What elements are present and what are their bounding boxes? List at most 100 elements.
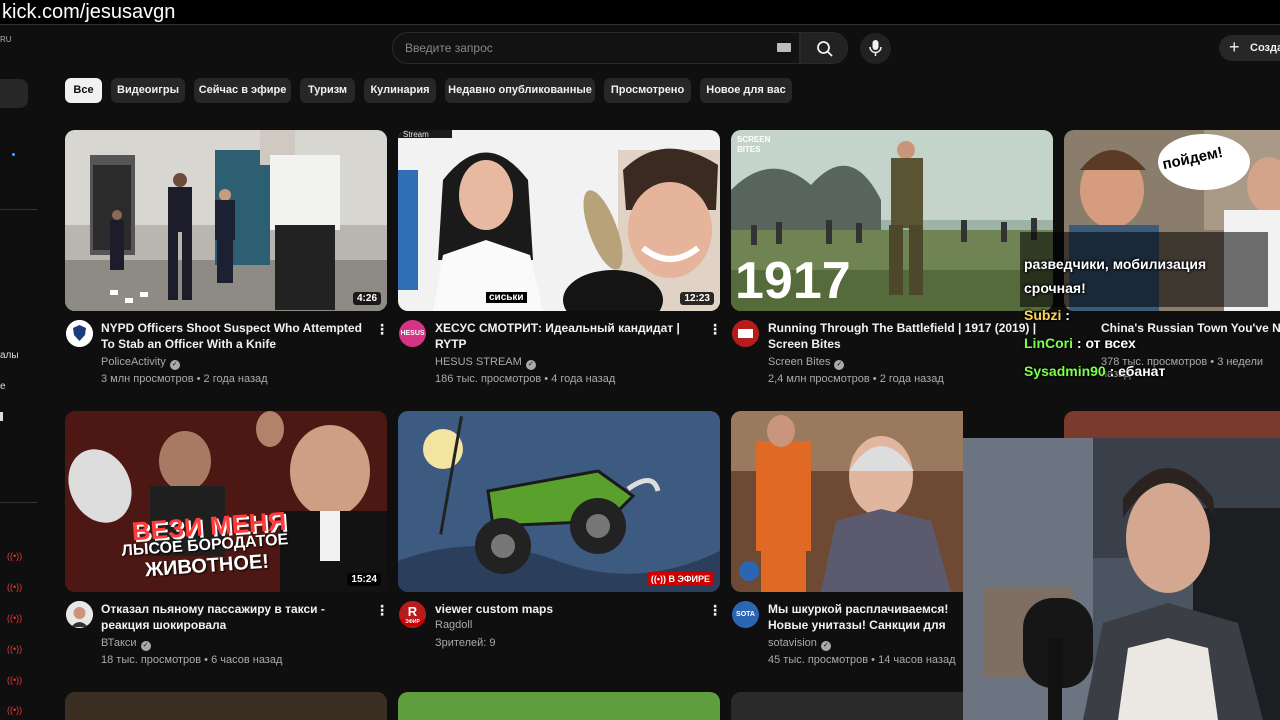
voice-search-button[interactable]: [860, 33, 891, 64]
channel-name[interactable]: sotavision: [768, 637, 817, 649]
thumb-logo-bottom: BITES: [737, 145, 761, 154]
search-input[interactable]: [405, 33, 765, 63]
channel-avatar[interactable]: [732, 320, 759, 347]
sidebar-item-fragment[interactable]: [0, 412, 3, 421]
channel-name-row[interactable]: sotavision ✓: [768, 637, 831, 651]
channel-name[interactable]: Ragdoll: [435, 619, 472, 631]
upload-age: 14 часов назад: [878, 654, 956, 666]
video-title[interactable]: NYPD Officers Shoot Suspect Who Attempte…: [101, 320, 373, 352]
video-thumbnail[interactable]: [65, 692, 387, 720]
chip-recently-uploaded[interactable]: Недавно опубликованные: [445, 78, 595, 103]
live-badge-label: В ЭФИРЕ: [668, 574, 710, 584]
live-icon[interactable]: ((•)): [7, 705, 22, 715]
video-meta: 18 тыс. просмотров • 6 часов назад: [101, 654, 283, 666]
chat-message: Subzi :: [1024, 307, 1070, 323]
video-title[interactable]: ХЕСУС СМОТРИТ: Идеальный кандидат | RYTP: [435, 320, 707, 352]
verified-icon: ✓: [834, 360, 845, 370]
create-label: Создать: [1250, 42, 1280, 54]
video-thumbnail[interactable]: [731, 692, 963, 720]
channel-avatar[interactable]: [66, 601, 93, 628]
sidebar-divider: [0, 502, 37, 503]
chip-watched[interactable]: Просмотрено: [604, 78, 691, 103]
video-thumbnail[interactable]: 4:26: [65, 130, 387, 311]
search-icon: [817, 41, 833, 57]
chat-message: срочная!: [1024, 280, 1086, 296]
chip-cooking[interactable]: Кулинария: [364, 78, 436, 103]
video-duration: 15:24: [347, 573, 381, 586]
more-options-icon[interactable]: ⋮: [375, 601, 389, 619]
video-thumbnail[interactable]: Stream сиськи 12:23: [398, 130, 720, 311]
reaction-scene-image: Stream: [398, 130, 720, 311]
video-meta: 3 млн просмотров • 2 года назад: [101, 373, 268, 385]
channel-name-row[interactable]: Screen Bites ✓: [768, 356, 845, 370]
channel-name[interactable]: PoliceActivity: [101, 356, 166, 368]
channel-name-row[interactable]: PoliceActivity ✓: [101, 356, 180, 370]
chip-videogames[interactable]: Видеоигры: [111, 78, 185, 103]
video-meta: 2,4 млн просмотров • 2 года назад: [768, 373, 944, 385]
channel-avatar[interactable]: [66, 320, 93, 347]
video-duration: 4:26: [352, 292, 381, 305]
street-interview-image: [731, 411, 963, 592]
sidebar-divider: [0, 209, 37, 210]
sidebar-item-home[interactable]: [0, 79, 28, 108]
channel-name[interactable]: ВТакси: [101, 637, 137, 649]
chat-text: : ебанат: [1109, 363, 1166, 379]
sidebar-item-channels[interactable]: алы: [0, 350, 19, 361]
video-title[interactable]: Мы шкуркой расплачиваемся! Новые унитазы…: [768, 601, 963, 634]
verified-icon: ✓: [820, 641, 831, 651]
stream-chat-overlay: разведчики, мобилизация срочная! Subzi :…: [1020, 232, 1280, 382]
sidebar-item-fragment[interactable]: e: [0, 381, 6, 392]
streamer-image: [963, 438, 1280, 720]
search-box[interactable]: [392, 32, 800, 64]
channel-avatar[interactable]: R ЭФИР: [399, 601, 426, 628]
live-icon[interactable]: ((•)): [7, 613, 22, 623]
region-code: RU: [0, 35, 12, 44]
video-thumbnail[interactable]: [398, 692, 720, 720]
live-icon[interactable]: ((•)): [7, 582, 22, 592]
more-options-icon[interactable]: ⋮: [375, 320, 389, 338]
video-title[interactable]: Running Through The Battlefield | 1917 (…: [768, 320, 1040, 352]
chat-username: LinCori: [1024, 335, 1073, 351]
video-thumbnail[interactable]: [1064, 411, 1280, 438]
video-thumbnail[interactable]: [731, 411, 963, 592]
verified-icon: ✓: [140, 641, 151, 651]
top-header: RU + Создать: [0, 25, 1280, 71]
chat-text: :: [1065, 307, 1070, 323]
channel-avatar[interactable]: SOTA: [732, 601, 759, 628]
channel-avatar[interactable]: HESUS: [399, 320, 426, 347]
video-title[interactable]: viewer custom maps: [435, 601, 707, 617]
live-icon[interactable]: ((•)): [7, 551, 22, 561]
police-scene-image: [65, 130, 387, 311]
chip-live[interactable]: Сейчас в эфире: [194, 78, 291, 103]
avatar-live-label: ЭФИР: [399, 619, 426, 626]
channel-name-row[interactable]: ВТакси ✓: [101, 637, 151, 651]
battlefield-scene-image: 1917 SCREEN BITES: [731, 130, 1053, 311]
channel-name-row[interactable]: HESUS STREAM ✓: [435, 356, 536, 370]
video-title[interactable]: Отказал пьяному пассажиру в такси - реак…: [101, 601, 373, 633]
video-thumbnail[interactable]: ((•)) В ЭФИРЕ: [398, 411, 720, 592]
video-thumbnail[interactable]: 1917 SCREEN BITES: [731, 130, 1053, 311]
chip-tourism[interactable]: Туризм: [300, 78, 355, 103]
thumb-big-text: 1917: [735, 252, 851, 310]
stream-url: kick.com/jesusavgn: [2, 1, 176, 23]
live-icon[interactable]: ((•)): [7, 644, 22, 654]
more-options-icon[interactable]: ⋮: [708, 601, 722, 619]
chat-text: срочная!: [1024, 280, 1086, 296]
video-thumbnail[interactable]: ВЕЗИ МЕНЯ ЛЫСОЕ БОРОДАТОЕ ЖИВОТНОЕ! 15:2…: [65, 411, 387, 592]
more-options-icon[interactable]: ⋮: [708, 320, 722, 338]
live-icon[interactable]: ((•)): [7, 675, 22, 685]
microphone-icon: [869, 40, 882, 56]
thumb-caption: сиськи: [486, 292, 527, 303]
thumb-corner-text: Stream: [403, 130, 429, 139]
keyboard-icon[interactable]: [777, 43, 791, 52]
chat-message: Sysadmin90 : ебанат: [1024, 363, 1165, 379]
chip-all[interactable]: Все: [65, 78, 102, 103]
viewer-count: Зрителей: 9: [435, 637, 496, 649]
search-button[interactable]: [800, 32, 848, 64]
channel-name[interactable]: Screen Bites: [768, 356, 830, 368]
channel-name[interactable]: HESUS STREAM: [435, 356, 522, 368]
chip-new-to-you[interactable]: Новое для вас: [700, 78, 792, 103]
view-count: 2,4 млн просмотров: [768, 373, 870, 385]
game-scene-image: [398, 411, 720, 592]
create-button[interactable]: + Создать: [1219, 35, 1280, 61]
